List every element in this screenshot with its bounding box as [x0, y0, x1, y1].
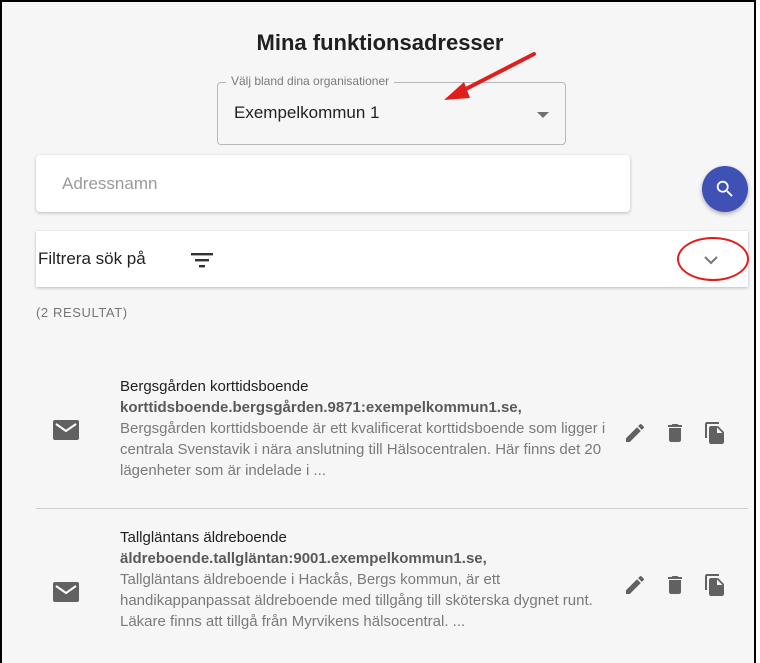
search-icon — [716, 180, 733, 197]
search-button[interactable] — [702, 166, 748, 212]
delete-icon — [668, 576, 682, 594]
dropdown-caret-icon — [537, 112, 549, 118]
mail-icon — [53, 582, 79, 602]
annotation-arrow-icon — [444, 52, 536, 100]
item-actions — [622, 420, 732, 446]
item-address: äldreboende.tallgläntan:9001.exempelkomm… — [120, 550, 487, 567]
item-description: Tallgläntans äldreboende i Hackås, Bergs… — [120, 571, 593, 630]
page-title: Mina funktionsadresser — [256, 30, 504, 55]
list-item[interactable]: Tallgläntans äldreboende äldreboende.tal… — [36, 527, 748, 663]
copy-icon — [705, 574, 724, 596]
search-field-card — [36, 155, 630, 212]
filter-list-icon — [191, 253, 213, 268]
filter-label: Filtrera sök på — [38, 249, 146, 268]
delete-button[interactable] — [662, 420, 688, 446]
item-name: Tallgläntans äldreboende — [120, 529, 287, 546]
result-count: (2 RESULTAT) — [36, 305, 128, 320]
edit-icon — [626, 575, 645, 594]
edit-button[interactable] — [622, 572, 648, 598]
edit-icon — [626, 423, 645, 442]
copy-button[interactable] — [702, 420, 728, 446]
annotation-circle — [677, 237, 749, 281]
list-item-text: Bergsgården korttidsboende korttidsboend… — [120, 376, 610, 481]
item-description: Bergsgården korttidsboende är ett kvalif… — [120, 420, 606, 479]
delete-icon — [668, 424, 682, 442]
copy-button[interactable] — [702, 572, 728, 598]
delete-button[interactable] — [662, 572, 688, 598]
search-input[interactable] — [36, 155, 630, 212]
edit-button[interactable] — [622, 420, 648, 446]
item-name: Bergsgården korttidsboende — [120, 378, 309, 395]
organization-select-value: Exempelkommun 1 — [234, 103, 380, 122]
list-item[interactable]: Bergsgården korttidsboende korttidsboend… — [36, 375, 748, 509]
filter-panel[interactable]: Filtrera sök på — [36, 231, 748, 287]
item-actions — [622, 572, 732, 598]
copy-icon — [705, 422, 724, 444]
list-item-text: Tallgläntans äldreboende äldreboende.tal… — [120, 527, 610, 632]
organization-select-label: Välj bland dina organisationer — [226, 74, 395, 88]
mail-icon — [53, 420, 79, 440]
item-address: korttidsboende.bergsgården.9871:exempelk… — [120, 399, 522, 416]
